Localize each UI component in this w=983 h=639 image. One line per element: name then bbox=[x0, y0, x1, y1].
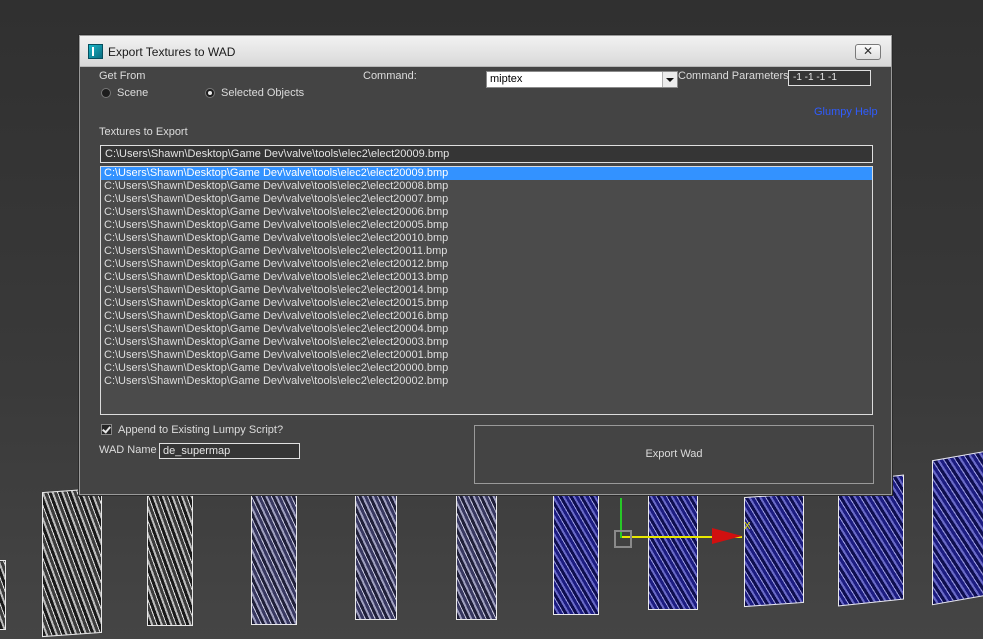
command-select-value: miptex bbox=[490, 73, 523, 85]
gizmo-x-label: X bbox=[744, 521, 751, 532]
list-item[interactable]: C:\Users\Shawn\Desktop\Game Dev\valve\to… bbox=[101, 349, 872, 362]
window-title: Export Textures to WAD bbox=[108, 45, 236, 59]
list-item[interactable]: C:\Users\Shawn\Desktop\Game Dev\valve\to… bbox=[101, 167, 872, 180]
texture-block[interactable] bbox=[0, 560, 6, 630]
list-item[interactable]: C:\Users\Shawn\Desktop\Game Dev\valve\to… bbox=[101, 258, 872, 271]
texture-block[interactable] bbox=[456, 495, 497, 620]
gizmo-x-arrow[interactable] bbox=[712, 528, 742, 544]
append-checkbox-label[interactable]: Append to Existing Lumpy Script? bbox=[118, 424, 283, 436]
texture-block[interactable] bbox=[744, 492, 804, 608]
append-checkbox[interactable] bbox=[101, 424, 112, 435]
close-button[interactable]: ✕ bbox=[855, 44, 881, 60]
radio-scene[interactable] bbox=[101, 88, 111, 98]
export-wad-button[interactable]: Export Wad bbox=[474, 425, 874, 484]
command-parameters-label: Command Parameters bbox=[678, 70, 789, 82]
list-item[interactable]: C:\Users\Shawn\Desktop\Game Dev\valve\to… bbox=[101, 297, 872, 310]
list-item[interactable]: C:\Users\Shawn\Desktop\Game Dev\valve\to… bbox=[101, 271, 872, 284]
get-from-label: Get From bbox=[99, 70, 146, 82]
help-link[interactable]: Glumpy Help bbox=[814, 106, 878, 118]
wad-name-label: WAD Name bbox=[99, 444, 157, 456]
radio-selected-objects-label[interactable]: Selected Objects bbox=[221, 87, 304, 99]
texture-block[interactable] bbox=[648, 495, 698, 610]
list-item[interactable]: C:\Users\Shawn\Desktop\Game Dev\valve\to… bbox=[101, 284, 872, 297]
title-bar[interactable]: Export Textures to WAD ✕ bbox=[80, 36, 891, 67]
wad-name-input[interactable]: de_supermap bbox=[159, 443, 300, 459]
textures-label: Textures to Export bbox=[99, 126, 188, 138]
command-label: Command: bbox=[363, 70, 417, 82]
radio-selected-objects[interactable] bbox=[205, 88, 215, 98]
texture-block[interactable] bbox=[147, 492, 193, 626]
list-item[interactable]: C:\Users\Shawn\Desktop\Game Dev\valve\to… bbox=[101, 180, 872, 193]
gizmo-center-box[interactable] bbox=[614, 530, 632, 548]
export-textures-dialog: Export Textures to WAD ✕ Get From Scene … bbox=[79, 35, 892, 495]
list-item[interactable]: C:\Users\Shawn\Desktop\Game Dev\valve\to… bbox=[101, 245, 872, 258]
texture-block[interactable] bbox=[251, 495, 297, 625]
texture-block[interactable] bbox=[932, 449, 983, 606]
list-item[interactable]: C:\Users\Shawn\Desktop\Game Dev\valve\to… bbox=[101, 362, 872, 375]
texture-block[interactable] bbox=[42, 487, 102, 638]
command-parameters-input[interactable]: -1 -1 -1 -1 bbox=[788, 70, 871, 86]
list-item[interactable]: C:\Users\Shawn\Desktop\Game Dev\valve\to… bbox=[101, 219, 872, 232]
list-item[interactable]: C:\Users\Shawn\Desktop\Game Dev\valve\to… bbox=[101, 375, 872, 388]
radio-scene-label[interactable]: Scene bbox=[117, 87, 148, 99]
texture-block[interactable] bbox=[553, 495, 599, 615]
app-icon bbox=[88, 44, 103, 59]
list-item[interactable]: C:\Users\Shawn\Desktop\Game Dev\valve\to… bbox=[101, 336, 872, 349]
list-item[interactable]: C:\Users\Shawn\Desktop\Game Dev\valve\to… bbox=[101, 310, 872, 323]
list-item[interactable]: C:\Users\Shawn\Desktop\Game Dev\valve\to… bbox=[101, 193, 872, 206]
texture-path-field[interactable]: C:\Users\Shawn\Desktop\Game Dev\valve\to… bbox=[100, 145, 873, 163]
list-item[interactable]: C:\Users\Shawn\Desktop\Game Dev\valve\to… bbox=[101, 232, 872, 245]
command-select[interactable]: miptex bbox=[486, 71, 678, 88]
list-item[interactable]: C:\Users\Shawn\Desktop\Game Dev\valve\to… bbox=[101, 206, 872, 219]
list-item[interactable]: C:\Users\Shawn\Desktop\Game Dev\valve\to… bbox=[101, 323, 872, 336]
textures-listbox[interactable]: C:\Users\Shawn\Desktop\Game Dev\valve\to… bbox=[100, 166, 873, 415]
chevron-down-icon[interactable] bbox=[662, 72, 677, 87]
texture-block[interactable] bbox=[355, 495, 397, 620]
